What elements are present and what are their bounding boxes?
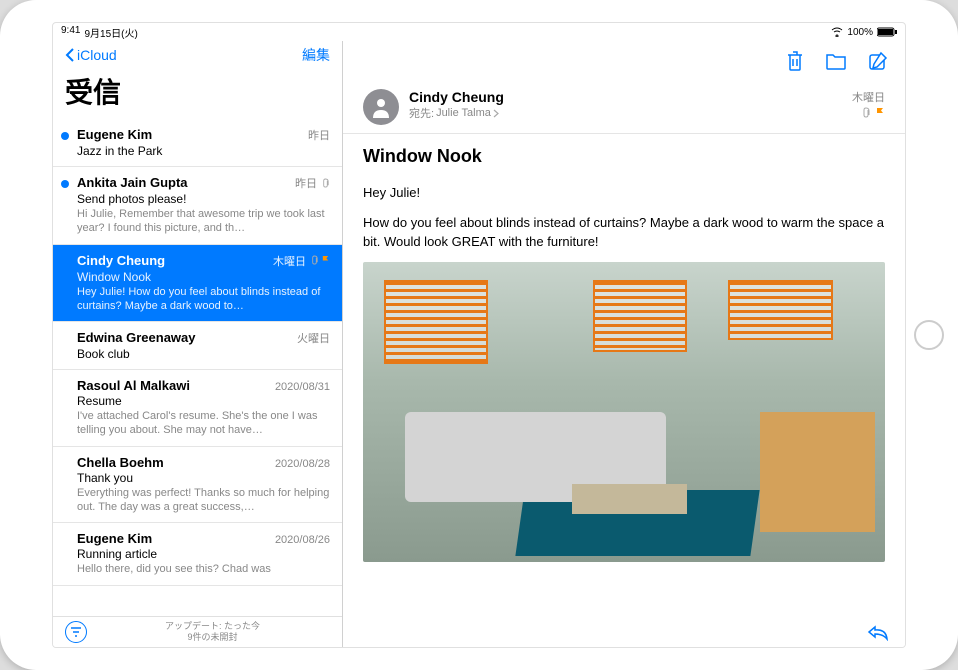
attachment-icon <box>861 107 871 119</box>
content-toolbar <box>343 41 905 81</box>
msg-date: 昨日 <box>295 175 330 191</box>
move-button[interactable] <box>825 51 847 71</box>
msg-date: 昨日 <box>308 127 330 143</box>
reply-button[interactable] <box>867 623 889 641</box>
person-icon <box>371 96 391 118</box>
filter-icon <box>70 627 82 637</box>
back-button[interactable]: iCloud <box>65 47 117 63</box>
msg-date: 2020/08/31 <box>275 381 330 393</box>
msg-sender: Ankita Jain Gupta <box>77 175 188 190</box>
msg-subject: Jazz in the Park <box>77 144 330 158</box>
msg-date: 火曜日 <box>297 330 330 346</box>
attachment-icon <box>321 178 330 189</box>
sender-avatar[interactable] <box>363 89 399 125</box>
battery-percent: 100% <box>847 27 873 38</box>
edit-button[interactable]: 編集 <box>302 45 330 65</box>
msg-sender: Eugene Kim <box>77 531 152 546</box>
trash-button[interactable] <box>785 50 805 72</box>
msg-subject: Book club <box>77 347 330 361</box>
message-item[interactable]: Chella Boehm 2020/08/28 Thank youEverythi… <box>53 447 342 524</box>
content-footer <box>343 617 905 647</box>
mail-body[interactable]: Window Nook Hey Julie! How do you feel a… <box>343 134 905 617</box>
home-button[interactable] <box>914 320 944 350</box>
msg-date: 2020/08/26 <box>275 534 330 546</box>
mail-content: Cindy Cheung 宛先: Julie Talma 木曜日 <box>343 41 905 647</box>
wifi-icon <box>831 27 843 37</box>
msg-preview: Hey Julie! How do you feel about blinds … <box>77 285 330 314</box>
screen: 9:41 9月15日(火) 100% iCloud <box>52 22 906 648</box>
mail-recipients[interactable]: 宛先: Julie Talma <box>409 105 842 121</box>
ipad-frame: 9:41 9月15日(火) 100% iCloud <box>0 0 958 670</box>
mail-greeting: Hey Julie! <box>363 183 885 203</box>
trash-icon <box>785 50 805 72</box>
sidebar: iCloud 編集 受信 Eugene Kim 昨日 Jazz in the Pa… <box>53 41 343 647</box>
chevron-left-icon <box>65 48 75 62</box>
image-decor <box>760 412 875 532</box>
status-time: 9:41 <box>61 25 80 40</box>
message-item[interactable]: Eugene Kim 2020/08/26 Running articleHell… <box>53 523 342 585</box>
msg-sender: Eugene Kim <box>77 127 152 142</box>
mail-sender[interactable]: Cindy Cheung <box>409 89 842 105</box>
status-date: 9月15日(火) <box>84 25 137 40</box>
flag-icon <box>321 255 330 266</box>
compose-icon <box>867 50 889 72</box>
image-decor <box>593 280 687 352</box>
unread-indicator <box>61 132 69 140</box>
image-decor <box>572 484 687 514</box>
unread-indicator <box>61 180 69 188</box>
filter-button[interactable] <box>65 621 87 643</box>
compose-button[interactable] <box>867 50 889 72</box>
mailbox-title: 受信 <box>65 71 330 111</box>
message-item[interactable]: Edwina Greenaway 火曜日 Book club <box>53 322 342 370</box>
msg-subject: Window Nook <box>77 270 330 284</box>
mail-date: 木曜日 <box>852 89 885 105</box>
mail-text: How do you feel about blinds instead of … <box>363 213 885 252</box>
flag-icon <box>875 107 885 119</box>
msg-date: 2020/08/28 <box>275 458 330 470</box>
image-decor <box>384 280 488 364</box>
msg-sender: Chella Boehm <box>77 455 164 470</box>
msg-preview: Everything was perfect! Thanks so much f… <box>77 486 330 515</box>
mail-app: iCloud 編集 受信 Eugene Kim 昨日 Jazz in the Pa… <box>53 41 905 647</box>
to-label: 宛先: <box>409 105 434 121</box>
sidebar-footer: アップデート: たった今 9件の未開封 <box>53 616 342 647</box>
attachment-icon <box>310 255 319 266</box>
msg-preview: Hi Julie, Remember that awesome trip we … <box>77 207 330 236</box>
battery-icon <box>877 27 897 37</box>
message-list[interactable]: Eugene Kim 昨日 Jazz in the Park Ankita Jain… <box>53 119 342 616</box>
unread-count: 9件の未開封 <box>95 632 330 643</box>
message-item[interactable]: Eugene Kim 昨日 Jazz in the Park <box>53 119 342 167</box>
status-bar: 9:41 9月15日(火) 100% <box>53 23 905 41</box>
update-status: アップデート: たった今 <box>95 621 330 632</box>
msg-subject: Send photos please! <box>77 192 330 206</box>
back-label: iCloud <box>77 47 117 63</box>
mail-header: Cindy Cheung 宛先: Julie Talma 木曜日 <box>343 81 905 134</box>
message-item[interactable]: Ankita Jain Gupta 昨日 Send photos please!H… <box>53 167 342 245</box>
msg-subject: Thank you <box>77 471 330 485</box>
message-item[interactable]: Cindy Cheung 木曜日 Window NookHey Julie! Ho… <box>53 245 342 323</box>
msg-subject: Resume <box>77 394 330 408</box>
chevron-right-icon <box>493 109 500 118</box>
message-item[interactable]: Rasoul Al Malkawi 2020/08/31 ResumeI've a… <box>53 370 342 447</box>
folder-icon <box>825 51 847 71</box>
mail-attachment-image[interactable] <box>363 262 885 562</box>
msg-date: 木曜日 <box>273 253 330 269</box>
reply-icon <box>867 623 889 641</box>
mail-subject: Window Nook <box>363 146 885 167</box>
msg-preview: I've attached Carol's resume. She's the … <box>77 409 330 438</box>
image-decor <box>728 280 832 340</box>
msg-sender: Cindy Cheung <box>77 253 165 268</box>
msg-preview: Hello there, did you see this? Chad was <box>77 562 330 576</box>
msg-subject: Running article <box>77 547 330 561</box>
to-name: Julie Talma <box>436 107 491 119</box>
msg-sender: Edwina Greenaway <box>77 330 196 345</box>
msg-sender: Rasoul Al Malkawi <box>77 378 190 393</box>
